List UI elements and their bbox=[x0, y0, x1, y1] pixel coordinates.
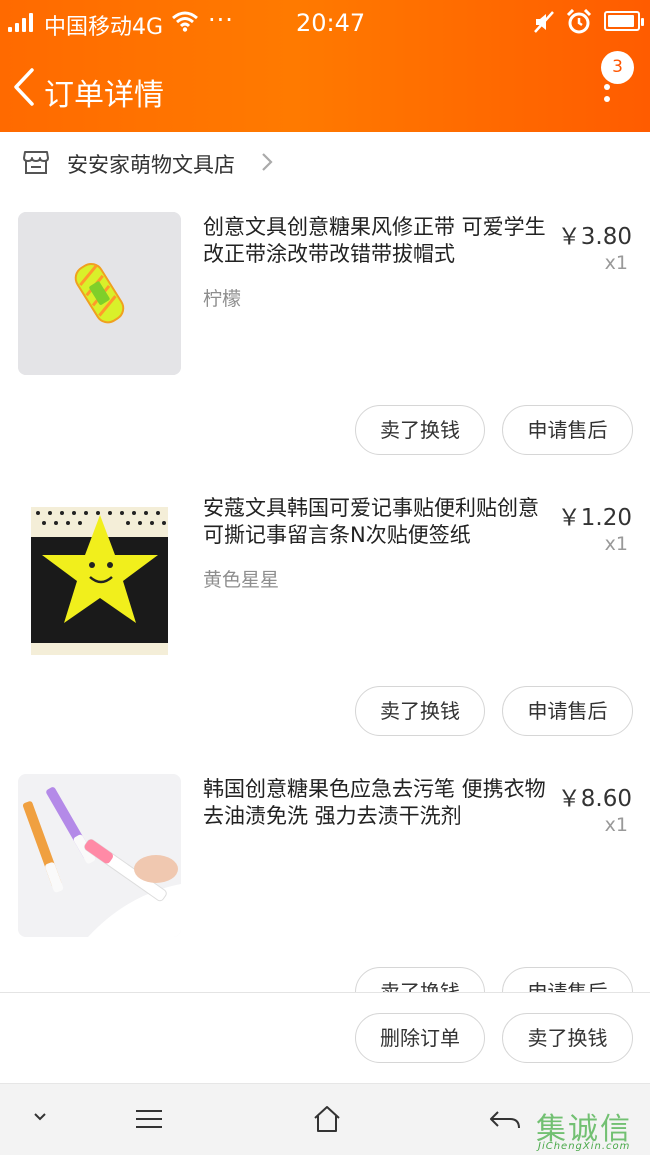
shop-icon bbox=[23, 151, 49, 174]
status-bar: 中国移动4G ··· 20:47 bbox=[0, 0, 650, 48]
order-item[interactable]: 安蔻文具韩国可爱记事贴便利贴创意可撕记事留言条N次贴便签纸 黄色星星 ￥1.20… bbox=[0, 493, 650, 774]
signal-icon bbox=[8, 12, 33, 32]
product-title[interactable]: 安蔻文具韩国可爱记事贴便利贴创意可撕记事留言条N次贴便签纸 bbox=[203, 495, 548, 549]
message-badge[interactable]: 3 bbox=[601, 51, 634, 84]
more-dot bbox=[604, 84, 610, 90]
wifi-icon bbox=[172, 11, 198, 32]
product-quantity: x1 bbox=[604, 252, 628, 274]
delete-order-button[interactable]: 删除订单 bbox=[355, 1013, 485, 1063]
after-sale-button[interactable]: 申请售后 bbox=[502, 686, 633, 736]
product-title[interactable]: 创意文具创意糖果风修正带 可爱学生改正带涂改带改错带拔帽式 bbox=[203, 214, 548, 268]
chevron-down-icon[interactable] bbox=[30, 1110, 50, 1124]
product-spec: 黄色星星 bbox=[203, 569, 280, 591]
carrier-label: 中国移动4G bbox=[44, 15, 164, 40]
product-price: ￥3.80 bbox=[557, 224, 632, 250]
stain-pen-image bbox=[18, 774, 181, 937]
product-title[interactable]: 韩国创意糖果色应急去污笔 便携衣物去油渍免洗 强力去渍干洗剂 bbox=[203, 776, 548, 830]
more-status-dots: ··· bbox=[208, 6, 234, 34]
menu-icon[interactable] bbox=[134, 1108, 164, 1130]
product-price: ￥1.20 bbox=[557, 505, 632, 531]
more-dot bbox=[604, 96, 610, 102]
order-action-bar: 删除订单 卖了换钱 bbox=[0, 992, 650, 1083]
product-image[interactable] bbox=[18, 774, 181, 937]
product-quantity: x1 bbox=[604, 814, 628, 836]
after-sale-button[interactable]: 申请售后 bbox=[502, 405, 633, 455]
correction-tape-image bbox=[18, 212, 181, 375]
battery-icon bbox=[604, 11, 644, 31]
product-quantity: x1 bbox=[604, 533, 628, 555]
watermark-url: JiChengXin.com bbox=[538, 1141, 631, 1152]
back-arrow-icon[interactable] bbox=[10, 62, 42, 112]
chevron-right-icon bbox=[262, 153, 273, 171]
star-sticky-note-image bbox=[18, 493, 181, 656]
home-icon[interactable] bbox=[312, 1104, 342, 1134]
alarm-icon bbox=[566, 9, 592, 34]
order-item[interactable]: 创意文具创意糖果风修正带 可爱学生改正带涂改带改错带拔帽式 柠檬 ￥3.80 x… bbox=[0, 212, 650, 493]
clock: 20:47 bbox=[296, 9, 366, 37]
product-spec: 柠檬 bbox=[203, 288, 242, 310]
shop-name: 安安家萌物文具店 bbox=[67, 153, 235, 177]
mute-icon bbox=[534, 11, 554, 33]
product-image[interactable] bbox=[18, 493, 181, 656]
shop-row[interactable]: 安安家萌物文具店 bbox=[0, 132, 650, 192]
sell-button[interactable]: 卖了换钱 bbox=[355, 405, 485, 455]
sell-order-button[interactable]: 卖了换钱 bbox=[502, 1013, 633, 1063]
page-title: 订单详情 bbox=[44, 78, 164, 113]
product-price: ￥8.60 bbox=[557, 786, 632, 812]
back-icon[interactable] bbox=[488, 1108, 522, 1132]
product-image[interactable] bbox=[18, 212, 181, 375]
header: 中国移动4G ··· 20:47 订单详情 3 bbox=[0, 0, 650, 132]
sell-button[interactable]: 卖了换钱 bbox=[355, 686, 485, 736]
